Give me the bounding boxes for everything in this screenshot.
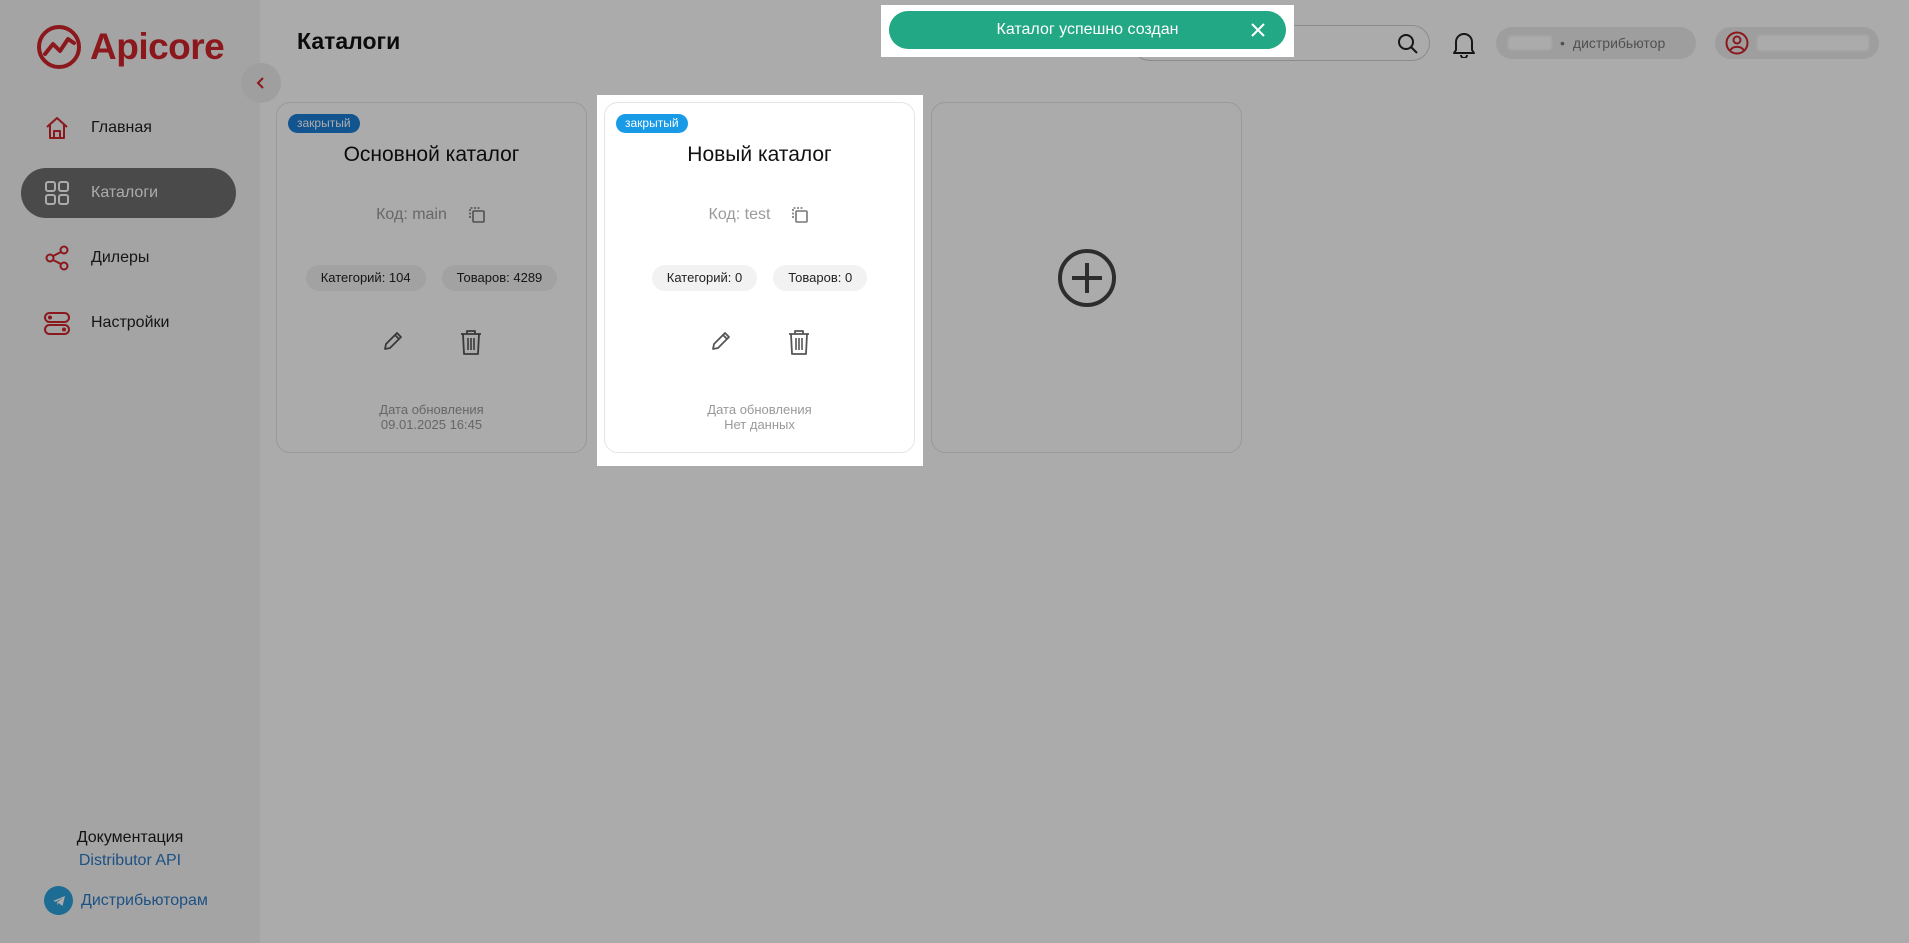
- catalog-actions: [605, 328, 914, 356]
- catalog-code-row: Код: test: [605, 205, 914, 225]
- catalog-stats: Категорий: 0 Товаров: 0: [605, 265, 914, 291]
- edit-icon[interactable]: [708, 328, 734, 354]
- toast-message: Каталог успешно создан: [996, 21, 1179, 38]
- products-count: Товаров: 0: [773, 265, 868, 291]
- updated-label: Дата обновления: [707, 402, 812, 417]
- updated-value: Нет данных: [724, 417, 795, 432]
- catalog-code: Код: test: [708, 206, 771, 223]
- highlight-frame: закрытый Новый каталог Код: test Категор…: [597, 95, 923, 466]
- status-badge: закрытый: [616, 114, 688, 133]
- dim-overlay: [0, 0, 1909, 943]
- catalog-title: Новый каталог: [687, 143, 832, 166]
- categories-count: Категорий: 0: [651, 265, 758, 291]
- updated-info: Дата обновления Нет данных: [605, 402, 914, 432]
- copy-icon[interactable]: [790, 205, 810, 225]
- success-toast: Каталог успешно создан: [889, 11, 1286, 49]
- toast-frame: Каталог успешно создан: [881, 5, 1294, 57]
- close-icon[interactable]: [1250, 22, 1266, 38]
- catalog-card: закрытый Новый каталог Код: test Категор…: [604, 102, 915, 453]
- trash-icon[interactable]: [786, 328, 812, 356]
